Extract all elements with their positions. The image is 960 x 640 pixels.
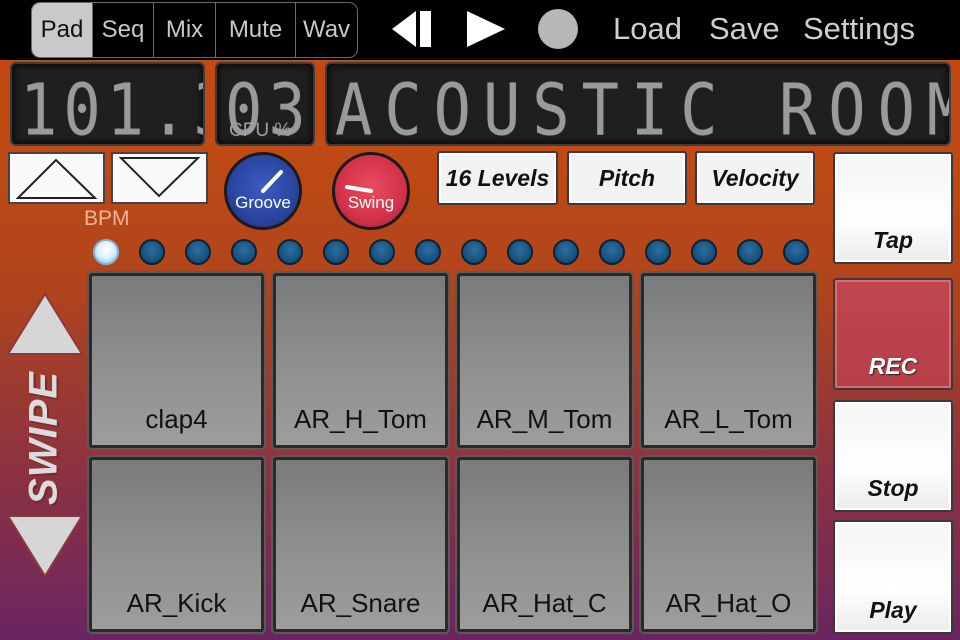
tap-label: Tap: [872, 227, 914, 253]
step-led: [553, 239, 579, 265]
step-led: [369, 239, 395, 265]
skip-back-button[interactable]: [392, 0, 436, 58]
drum-pad[interactable]: AR_L_Tom: [641, 273, 816, 448]
step-led: [507, 239, 533, 265]
step-led: [737, 239, 763, 265]
tab-wav[interactable]: Wav: [296, 3, 357, 57]
bpm-up-button[interactable]: [8, 152, 105, 204]
swing-label: Swing: [347, 193, 395, 212]
play-icon: [467, 11, 505, 47]
step-led: [461, 239, 487, 265]
kit-name-display[interactable]: ACOUSTIC ROOM: [325, 62, 951, 146]
step-led: [645, 239, 671, 265]
drum-pad[interactable]: AR_M_Tom: [457, 273, 632, 448]
drum-pad[interactable]: AR_H_Tom: [273, 273, 448, 448]
swipe-label: SWIPE: [21, 371, 66, 505]
cpu-label: CPU %: [229, 120, 292, 141]
16-levels-button[interactable]: 16 Levels: [437, 151, 558, 205]
rec-button[interactable]: REC: [833, 278, 953, 390]
step-led: [323, 239, 349, 265]
cpu-display: 03 CPU %: [215, 62, 315, 146]
skip-back-icon: [392, 11, 431, 47]
swing-knob[interactable]: Swing: [332, 152, 410, 230]
step-led: [599, 239, 625, 265]
drum-pad[interactable]: AR_Hat_O: [641, 457, 816, 632]
velocity-button[interactable]: Velocity: [695, 151, 815, 205]
record-icon: [538, 9, 578, 49]
mode-segmented-control: Pad Seq Mix Mute Wav: [31, 2, 358, 58]
play-label: Play: [869, 597, 917, 623]
rec-label: REC: [868, 353, 918, 379]
triangle-up-icon: [15, 158, 98, 199]
drum-pad[interactable]: AR_Snare: [273, 457, 448, 632]
pitch-button[interactable]: Pitch: [567, 151, 687, 205]
bpm-display[interactable]: 101.3: [10, 62, 205, 146]
pad-label: AR_Hat_O: [665, 588, 792, 618]
pad-label: AR_M_Tom: [476, 404, 613, 434]
bpm-value: 101.3: [20, 68, 203, 146]
stop-button[interactable]: Stop: [833, 400, 953, 512]
knob-indicator-icon: [345, 185, 373, 193]
tap-button[interactable]: Tap: [833, 152, 953, 264]
drum-pad[interactable]: clap4: [89, 273, 264, 448]
bpm-down-button[interactable]: [111, 152, 208, 204]
settings-button[interactable]: Settings: [803, 0, 915, 58]
kit-name: ACOUSTIC ROOM: [335, 68, 951, 146]
pad-label: AR_Hat_C: [482, 588, 607, 618]
pad-label: AR_L_Tom: [664, 404, 793, 434]
triangle-down-icon: [118, 157, 201, 198]
top-toolbar: Pad Seq Mix Mute Wav Load Save Settings: [0, 0, 960, 60]
groove-knob[interactable]: Groove: [224, 152, 302, 230]
step-led: [93, 239, 119, 265]
pad-label: AR_Kick: [126, 588, 227, 618]
step-led: [231, 239, 257, 265]
play-transport-button[interactable]: Play: [833, 520, 953, 634]
swipe-down-arrow-icon: [6, 515, 84, 578]
step-led: [277, 239, 303, 265]
swipe-up-arrow-icon: [6, 292, 84, 355]
bpm-label: BPM: [84, 207, 130, 230]
step-led: [139, 239, 165, 265]
load-button[interactable]: Load: [613, 0, 682, 58]
drum-pad[interactable]: AR_Kick: [89, 457, 264, 632]
drum-pad[interactable]: AR_Hat_C: [457, 457, 632, 632]
knob-indicator-icon: [261, 170, 283, 193]
tab-mute[interactable]: Mute: [216, 3, 296, 57]
pad-label: AR_H_Tom: [294, 404, 427, 434]
tab-pad[interactable]: Pad: [32, 3, 93, 57]
pad-label: clap4: [145, 404, 208, 434]
step-led: [415, 239, 441, 265]
record-button[interactable]: [537, 0, 579, 58]
step-led: [185, 239, 211, 265]
tab-seq[interactable]: Seq: [93, 3, 154, 57]
save-button[interactable]: Save: [709, 0, 780, 58]
groove-label: Groove: [235, 193, 291, 212]
play-button[interactable]: [465, 0, 507, 58]
stop-label: Stop: [867, 475, 919, 501]
step-led: [783, 239, 809, 265]
pad-label: AR_Snare: [300, 588, 421, 618]
step-led: [691, 239, 717, 265]
tab-mix[interactable]: Mix: [154, 3, 216, 57]
